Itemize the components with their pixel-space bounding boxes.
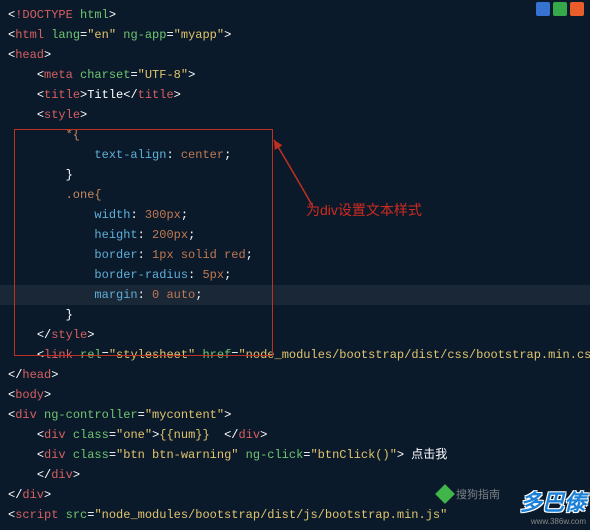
code-line: <title>Title</title>: [8, 85, 582, 105]
code-line: <body>: [8, 385, 582, 405]
watermark-sogou-text: 搜狗指南: [456, 486, 500, 502]
code-line: <div class="btn btn-warning" ng-click="b…: [8, 445, 582, 465]
code-line: <head>: [8, 45, 582, 65]
watermark-site-text: 多巴傣: [520, 490, 586, 515]
watermark-sogou: 搜狗指南: [438, 486, 500, 502]
code-line: *{: [8, 125, 582, 145]
code-line-active: margin: 0 auto;: [0, 285, 590, 305]
code-line: height: 200px;: [8, 225, 582, 245]
code-line: }: [8, 165, 582, 185]
watermark-site-url: www.386w.com: [520, 517, 586, 526]
annotation-text: 为div设置文本样式: [306, 200, 422, 220]
code-line: <meta charset="UTF-8">: [8, 65, 582, 85]
code-line: </head>: [8, 365, 582, 385]
code-line: <div class="one">{{num}} </div>: [8, 425, 582, 445]
code-line: <div ng-controller="mycontent">: [8, 405, 582, 425]
watermark-site: 多巴傣 www.386w.com: [520, 485, 586, 526]
code-line: <html lang="en" ng-app="myapp">: [8, 25, 582, 45]
code-line: <!DOCTYPE html>: [8, 5, 582, 25]
code-line: <script src="node_modules/bootstrap/dist…: [8, 505, 582, 525]
code-line: .one{: [8, 185, 582, 205]
code-line: border-radius: 5px;: [8, 265, 582, 285]
code-line: <style>: [8, 105, 582, 125]
code-line: border: 1px solid red;: [8, 245, 582, 265]
code-line: text-align: center;: [8, 145, 582, 165]
code-line: }: [8, 305, 582, 325]
code-line: width: 300px;: [8, 205, 582, 225]
diamond-icon: [435, 484, 455, 504]
code-line: </style>: [8, 325, 582, 345]
code-line: </div>: [8, 465, 582, 485]
code-editor[interactable]: <!DOCTYPE html> <html lang="en" ng-app="…: [0, 0, 590, 530]
code-line: <link rel="stylesheet" href="node_module…: [8, 345, 582, 365]
